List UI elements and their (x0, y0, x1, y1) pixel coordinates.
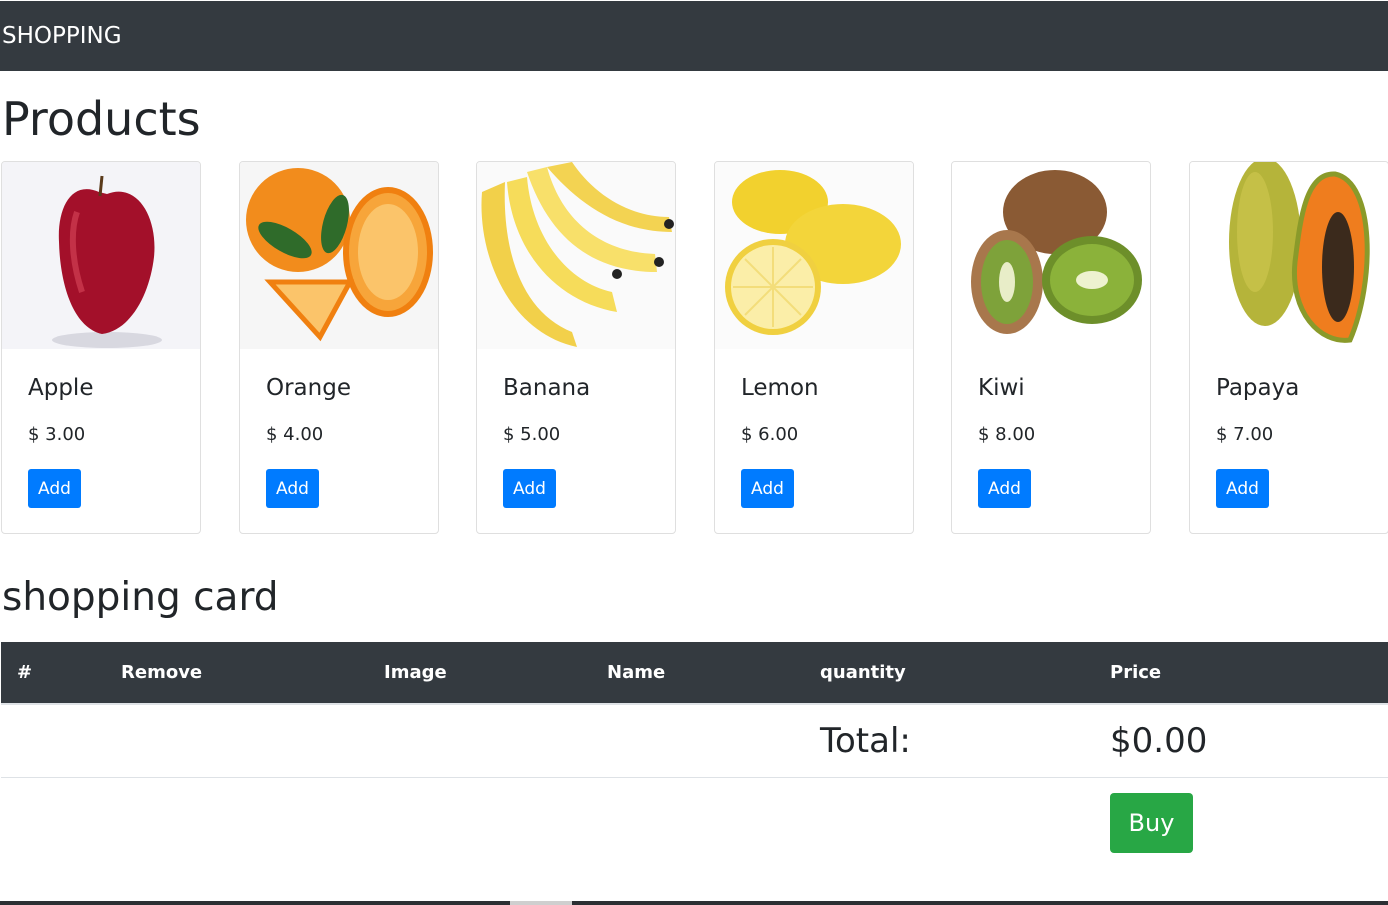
column-header-image: Image (366, 642, 587, 705)
scrollbar-thumb[interactable] (510, 901, 572, 905)
cart-table: # Remove Image Name quantity Price Total… (1, 642, 1388, 778)
add-lemon-button[interactable]: Add (741, 469, 794, 508)
buy-button[interactable]: Buy (1110, 793, 1193, 853)
product-name: Apple (28, 375, 94, 401)
product-card-papaya: Papaya $ 7.00 Add (1189, 161, 1388, 534)
column-header-remove: Remove (102, 642, 366, 705)
cart-total-row: Total: $0.00 (1, 704, 1388, 778)
column-header-name: Name (587, 642, 800, 705)
add-kiwi-button[interactable]: Add (978, 469, 1031, 508)
product-price: $ 6.00 (741, 424, 799, 445)
product-price: $ 8.00 (978, 424, 1036, 445)
product-card-lemon: Lemon $ 6.00 Add (714, 161, 914, 534)
column-header-quantity: quantity (800, 642, 1090, 705)
product-price: $ 5.00 (503, 424, 561, 445)
product-card-banana: Banana $ 5.00 Add (476, 161, 676, 534)
cart-title: shopping card (2, 575, 279, 620)
product-name: Orange (266, 375, 351, 401)
papaya-image (1190, 162, 1388, 349)
lemon-image (715, 162, 913, 349)
add-orange-button[interactable]: Add (266, 469, 319, 508)
product-card-apple: Apple $ 3.00 Add (1, 161, 201, 534)
horizontal-scrollbar[interactable] (0, 901, 1388, 905)
product-price: $ 7.00 (1216, 424, 1274, 445)
add-papaya-button[interactable]: Add (1216, 469, 1269, 508)
product-name: Papaya (1216, 375, 1300, 401)
product-name: Banana (503, 375, 591, 401)
product-name: Kiwi (978, 375, 1025, 401)
products-title: Products (2, 92, 201, 146)
orange-image (240, 162, 438, 349)
navbar: SHOPPING (0, 0, 1388, 71)
kiwi-image (952, 162, 1150, 349)
product-price: $ 3.00 (28, 424, 86, 445)
apple-image (2, 162, 200, 349)
total-label: Total: (820, 721, 911, 761)
column-header-number: # (1, 642, 102, 705)
product-card-kiwi: Kiwi $ 8.00 Add (951, 161, 1151, 534)
product-price: $ 4.00 (266, 424, 324, 445)
product-card-orange: Orange $ 4.00 Add (239, 161, 439, 534)
column-header-price: Price (1090, 642, 1388, 705)
add-apple-button[interactable]: Add (28, 469, 81, 508)
total-value: $0.00 (1110, 721, 1208, 761)
add-banana-button[interactable]: Add (503, 469, 556, 508)
cart-header-row: # Remove Image Name quantity Price (1, 642, 1388, 705)
navbar-brand[interactable]: SHOPPING (2, 23, 122, 49)
product-name: Lemon (741, 375, 819, 401)
banana-image (477, 162, 675, 349)
